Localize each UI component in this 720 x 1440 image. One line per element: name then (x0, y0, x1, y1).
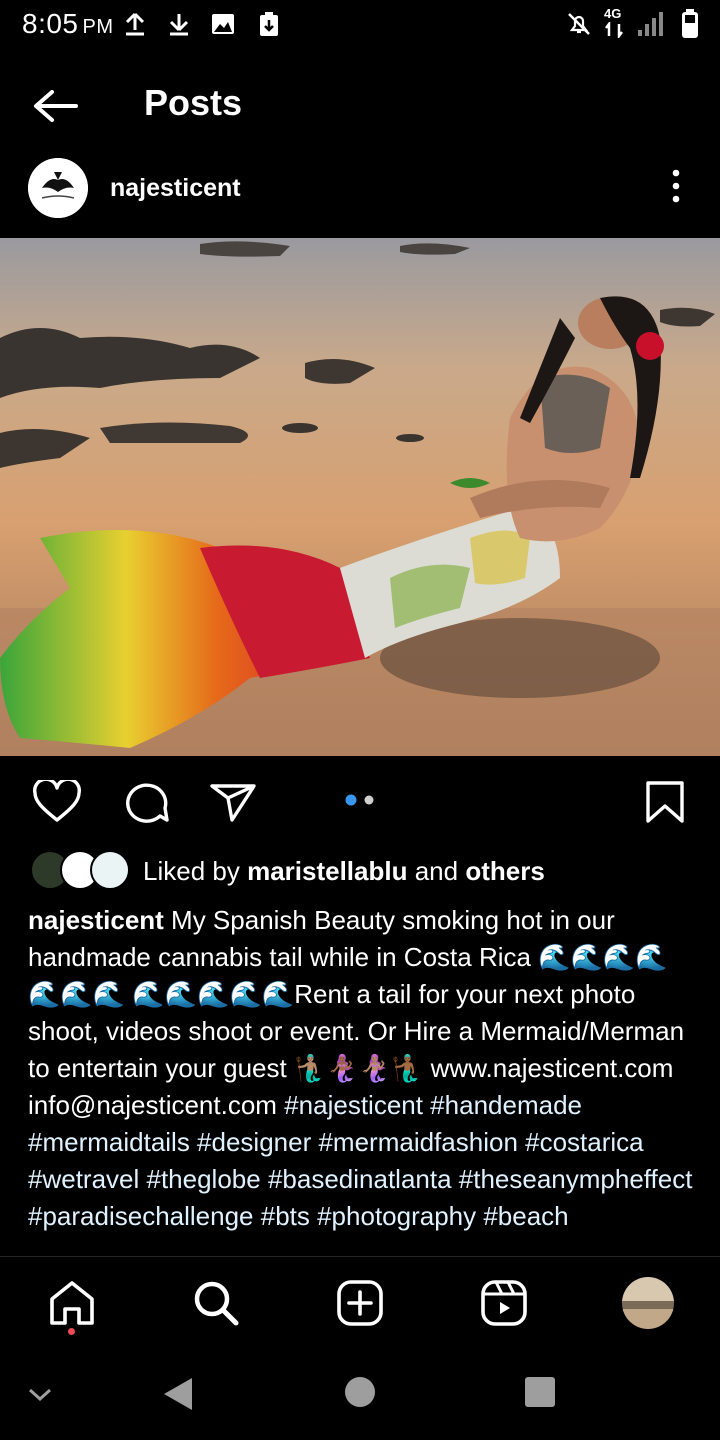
signal-icon (638, 12, 663, 36)
like-button[interactable] (32, 780, 82, 824)
post-image[interactable] (0, 238, 720, 756)
profile-avatar[interactable] (28, 158, 88, 218)
home-icon[interactable] (46, 1277, 98, 1329)
battery-download-icon (260, 12, 278, 36)
bottom-nav (0, 1256, 720, 1349)
battery-icon (682, 9, 698, 38)
liker-avatar (90, 850, 130, 890)
profile-photo (622, 1277, 674, 1329)
mute-icon (568, 13, 590, 35)
recents-nav-icon[interactable] (524, 1376, 556, 1408)
status-time: 8:05 PM (22, 8, 114, 39)
data-arrows-icon (605, 22, 623, 38)
share-button[interactable] (208, 780, 258, 824)
status-bar: 8:05 PM 4G (0, 0, 720, 50)
notification-dot (68, 1328, 75, 1335)
liker-username[interactable]: maristellablu (247, 856, 407, 886)
search-icon[interactable] (190, 1277, 242, 1329)
carousel-indicator (345, 794, 374, 806)
download-icon (169, 14, 189, 36)
likes-summary[interactable]: Liked by maristellablu and others (143, 856, 545, 887)
more-options-button[interactable] (662, 166, 690, 206)
chevron-down-icon[interactable] (26, 1380, 54, 1408)
network-type: 4G (604, 6, 622, 21)
caption-text: My Spanish Beauty smoking hot in our han… (28, 905, 685, 1120)
system-nav-bar (0, 1350, 720, 1440)
brand-logo (28, 158, 88, 218)
upload-icon (125, 12, 145, 36)
comment-button[interactable] (120, 780, 170, 824)
back-button[interactable] (30, 84, 82, 128)
mermaid-beach-photo (0, 238, 720, 756)
image-icon (212, 14, 234, 34)
profile-avatar-nav[interactable] (622, 1277, 674, 1329)
home-nav-icon[interactable] (344, 1376, 376, 1408)
post-username[interactable]: najesticent (110, 174, 241, 203)
page-title: Posts (144, 82, 243, 123)
back-nav-icon[interactable] (160, 1374, 196, 1414)
reels-icon[interactable] (478, 1277, 530, 1329)
save-button[interactable] (640, 780, 690, 824)
create-post-icon[interactable] (334, 1277, 386, 1329)
post-caption: najesticent My Spanish Beauty smoking ho… (28, 902, 698, 1256)
caption-username[interactable]: najesticent (28, 905, 164, 935)
